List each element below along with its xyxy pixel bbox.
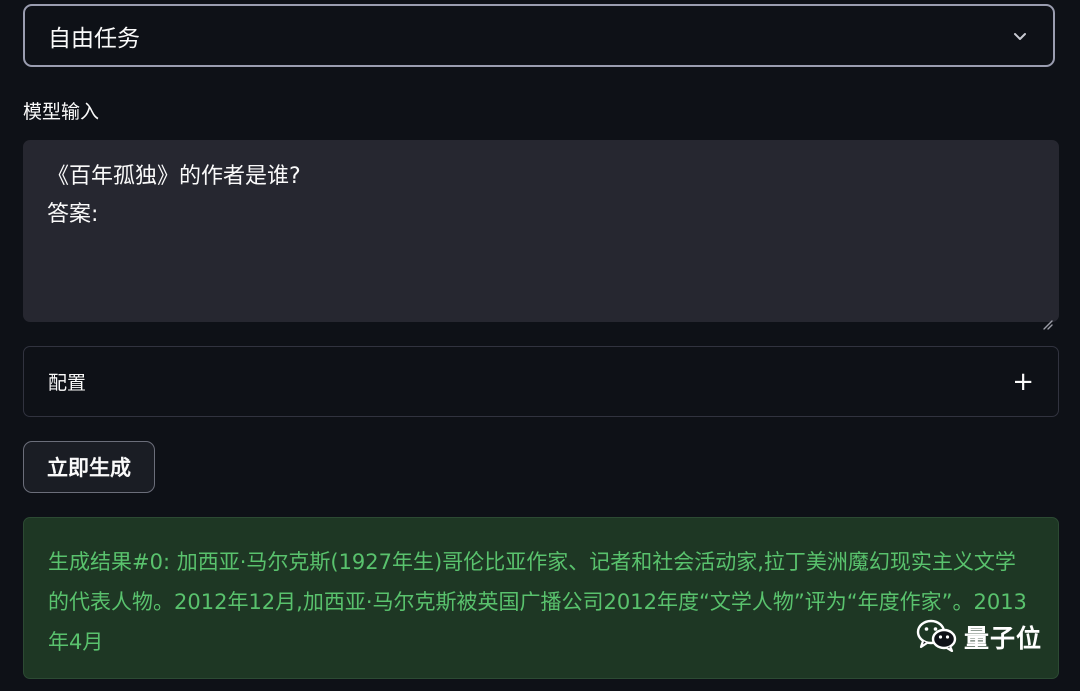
wechat-icon (916, 618, 958, 656)
input-line-2: 答案: (47, 202, 99, 227)
watermark-text: 量子位 (964, 624, 1043, 653)
plus-icon: + (1012, 366, 1034, 397)
config-label: 配置 (48, 372, 87, 394)
input-line-1: 《百年孤独》的作者是谁? (47, 164, 301, 189)
generate-button[interactable]: 立即生成 (23, 441, 155, 493)
chevron-down-icon (1009, 25, 1031, 47)
task-select-value: 自由任务 (48, 25, 140, 52)
app-root: 自由任务 模型输入 《百年孤独》的作者是谁? 答案: 配置 + 立即生成 生成结果… (0, 0, 1080, 691)
config-expander[interactable]: 配置 + (23, 346, 1059, 417)
generation-result: 生成结果#0: 加西亚·马尔克斯(1927年生)哥伦比亚作家、记者和社会活动家,… (23, 517, 1059, 679)
resize-handle-icon[interactable] (1041, 305, 1053, 330)
model-input-textarea[interactable]: 《百年孤独》的作者是谁? 答案: (23, 140, 1059, 330)
task-select[interactable]: 自由任务 (23, 4, 1055, 67)
model-input-label: 模型输入 (23, 101, 100, 123)
watermark: 量子位 (916, 618, 1042, 656)
